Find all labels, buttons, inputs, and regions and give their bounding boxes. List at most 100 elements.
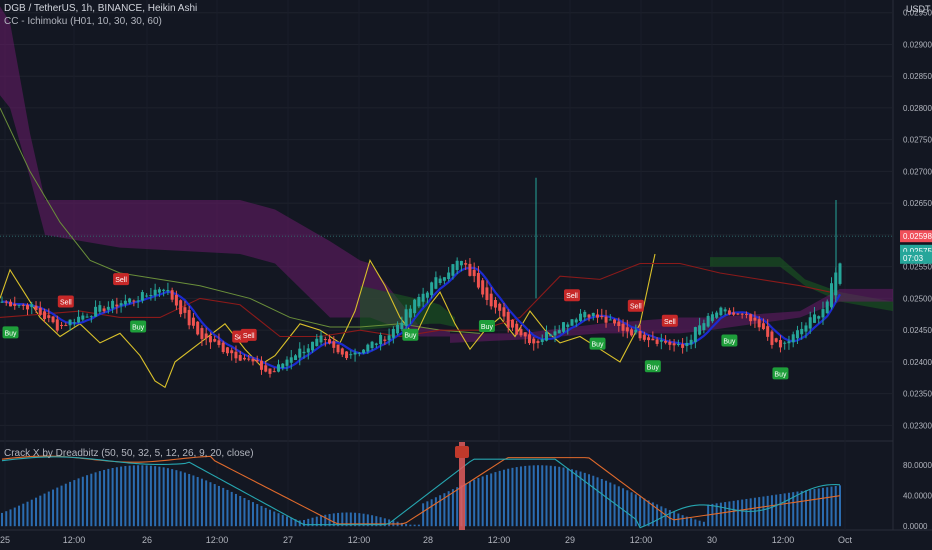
candle bbox=[132, 300, 136, 302]
candle bbox=[630, 329, 634, 336]
candle bbox=[55, 319, 59, 331]
candle bbox=[145, 295, 149, 297]
candle bbox=[170, 290, 174, 300]
oscillator-bar bbox=[830, 486, 833, 527]
oscillator-bar bbox=[609, 482, 612, 527]
chart-canvas[interactable]: 0.029500.029000.028500.028000.027500.027… bbox=[0, 0, 932, 550]
osc-tick-label: 80.0000 bbox=[903, 461, 932, 470]
oscillator-bar bbox=[762, 496, 765, 527]
candle bbox=[43, 311, 47, 320]
candle bbox=[442, 277, 446, 281]
candle bbox=[498, 303, 502, 311]
oscillator-bar bbox=[575, 470, 578, 527]
oscillator-bar bbox=[639, 496, 642, 527]
candle bbox=[366, 344, 370, 352]
oscillator-bar bbox=[787, 492, 790, 527]
candle bbox=[404, 309, 408, 326]
candle bbox=[85, 316, 89, 318]
oscillator-bar bbox=[273, 511, 276, 527]
oscillator-bar bbox=[821, 487, 824, 527]
price-tick-label: 0.02750 bbox=[903, 136, 932, 145]
oscillator-bar bbox=[281, 514, 284, 527]
candle bbox=[396, 324, 400, 334]
candle bbox=[51, 316, 55, 323]
oscillator-bar bbox=[205, 480, 208, 527]
oscillator-bar bbox=[553, 466, 556, 527]
oscillator-bar bbox=[264, 507, 267, 527]
candle bbox=[540, 339, 544, 343]
oscillator-bar bbox=[745, 498, 748, 527]
price-tick-label: 0.02700 bbox=[903, 167, 932, 176]
oscillator-bar bbox=[222, 487, 225, 527]
candle bbox=[519, 329, 523, 336]
candle bbox=[183, 307, 187, 313]
buy-signal-text: Buy bbox=[774, 371, 787, 378]
candle bbox=[391, 328, 395, 338]
candle bbox=[21, 304, 25, 306]
candle bbox=[302, 351, 306, 354]
candle bbox=[676, 344, 680, 346]
candle bbox=[13, 304, 17, 306]
candle bbox=[285, 359, 289, 366]
oscillator-bar bbox=[405, 523, 408, 527]
oscillator-bar bbox=[511, 467, 514, 527]
buy-signal-text: Buy bbox=[592, 342, 605, 349]
oscillator-bar bbox=[200, 478, 203, 527]
candle bbox=[238, 355, 242, 361]
candle bbox=[553, 331, 557, 336]
oscillator-bar bbox=[1, 512, 3, 527]
candle bbox=[298, 348, 302, 358]
candle bbox=[625, 327, 629, 332]
candle bbox=[493, 300, 497, 308]
oscillator-bar bbox=[192, 475, 195, 527]
oscillator-bar bbox=[839, 485, 841, 527]
candle bbox=[523, 332, 527, 337]
oscillator-legend[interactable]: Crack X by Dreadbitz (50, 50, 32, 5, 12,… bbox=[4, 448, 254, 459]
price-tick-label: 0.02400 bbox=[903, 358, 932, 367]
oscillator-bar bbox=[175, 470, 178, 527]
oscillator-bar bbox=[69, 481, 72, 527]
candle bbox=[634, 329, 638, 333]
time-tick-label: 12:00 bbox=[206, 535, 229, 545]
chart-window: 0.02950 0.02900 0.02850 0.02800 0.02750 0.027… bbox=[0, 0, 932, 550]
oscillator-bar bbox=[409, 524, 412, 527]
candle bbox=[791, 334, 795, 343]
candle bbox=[60, 324, 64, 326]
candle bbox=[715, 312, 719, 318]
ichimoku-legend[interactable]: CC - Ichimoku (H01, 10, 30, 30, 60) bbox=[4, 16, 162, 27]
candle bbox=[217, 340, 221, 345]
oscillator-bar bbox=[779, 494, 782, 527]
time-tick-label: 25 bbox=[0, 535, 10, 545]
candle bbox=[804, 325, 808, 332]
candle bbox=[744, 313, 748, 315]
time-tick-label: 12:00 bbox=[772, 535, 795, 545]
candle bbox=[647, 337, 651, 341]
candle bbox=[574, 319, 578, 323]
candle bbox=[749, 314, 753, 322]
candle bbox=[111, 300, 115, 309]
price-tick-label: 0.02350 bbox=[903, 390, 932, 399]
oscillator-bar bbox=[451, 489, 454, 527]
symbol-title[interactable]: DGB / TetherUS, 1h, BINANCE, Heikin Ashi bbox=[4, 3, 197, 14]
oscillator-bar bbox=[413, 524, 416, 527]
time-tick-label: 12:00 bbox=[348, 535, 371, 545]
oscillator-bar bbox=[107, 468, 110, 527]
candle bbox=[38, 307, 42, 315]
oscillator-bar bbox=[571, 469, 574, 527]
oscillator-bar bbox=[732, 500, 735, 527]
oscillator-bar bbox=[643, 498, 646, 527]
candle bbox=[349, 354, 353, 356]
time-tick-label: Oct bbox=[838, 535, 853, 545]
candle bbox=[719, 307, 723, 316]
oscillator-bar bbox=[145, 465, 148, 527]
oscillator-bar bbox=[749, 498, 752, 527]
oscillator-bar bbox=[183, 472, 186, 527]
candle bbox=[196, 321, 200, 335]
time-tick-label: 30 bbox=[707, 535, 717, 545]
candle bbox=[289, 357, 293, 363]
price-tick-label: 0.02900 bbox=[903, 40, 932, 49]
candle bbox=[332, 341, 336, 348]
candle bbox=[591, 312, 595, 317]
candle bbox=[510, 319, 514, 328]
candle bbox=[515, 323, 519, 335]
